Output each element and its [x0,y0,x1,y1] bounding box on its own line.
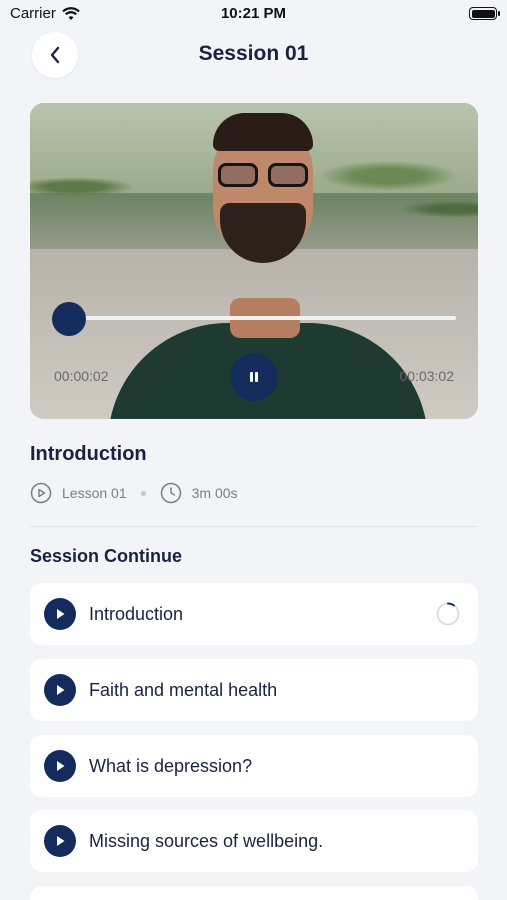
battery-icon [469,7,500,20]
list-item[interactable]: What is depression? [30,735,478,797]
play-icon [44,674,76,706]
seek-thumb[interactable] [52,302,86,336]
pause-button[interactable] [230,353,278,401]
lesson-meta: Lesson 01 3m 00s [30,480,238,506]
divider [30,526,478,527]
play-icon [44,750,76,782]
lesson-label: Lesson 01 [62,485,127,501]
list-item[interactable]: Faith and mental health [30,659,478,721]
page-title: Session 01 [198,42,309,65]
list-item-label: What is depression? [89,755,253,776]
list-item-label: Missing sources of wellbeing. [89,830,324,851]
video-player[interactable]: 00:00:02 00:03:02 [30,103,478,419]
spinner-icon [436,602,460,626]
status-time: 10:21 PM [220,5,287,22]
list-item-label: Faith and mental health [89,679,278,700]
section-title: Session Continue [30,546,183,566]
list-item[interactable]: Introduction [30,583,478,645]
play-circle-icon [30,482,52,504]
lesson-title: Introduction [30,443,147,465]
play-icon [44,825,76,857]
pause-icon [250,372,258,382]
list-item-label: Introduction [89,603,184,624]
total-time: 00:03:02 [399,368,455,384]
lesson-duration: 3m 00s [191,485,238,501]
current-time: 00:00:02 [54,368,109,384]
list-item[interactable]: Missing sources of wellbeing. [30,810,478,872]
header: Session 01 [0,30,507,84]
separator-dot [140,490,146,496]
list-item-partial[interactable] [30,886,478,900]
status-bar: Carrier 10:21 PM [0,0,507,30]
clock-icon [160,482,181,504]
seek-bar[interactable] [54,316,456,320]
play-icon [44,598,76,630]
